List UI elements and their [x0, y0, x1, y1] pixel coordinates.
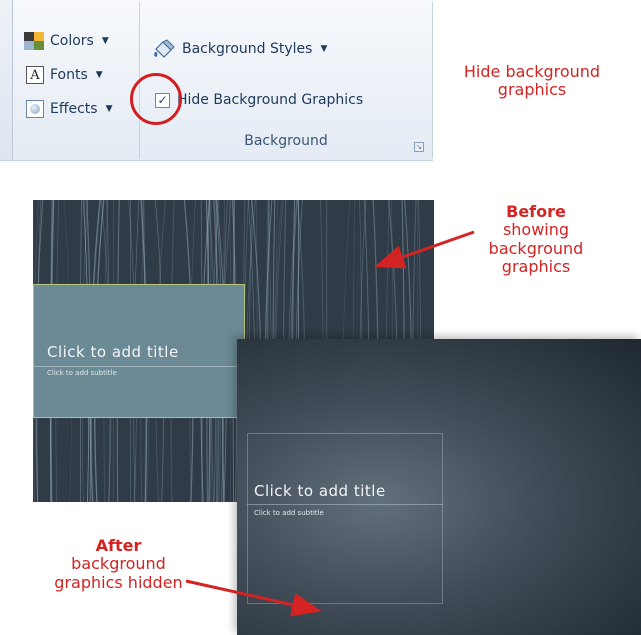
- before-arrow: [374, 230, 475, 269]
- annotation-arrows: [185, 230, 475, 617]
- after-arrow: [185, 579, 322, 617]
